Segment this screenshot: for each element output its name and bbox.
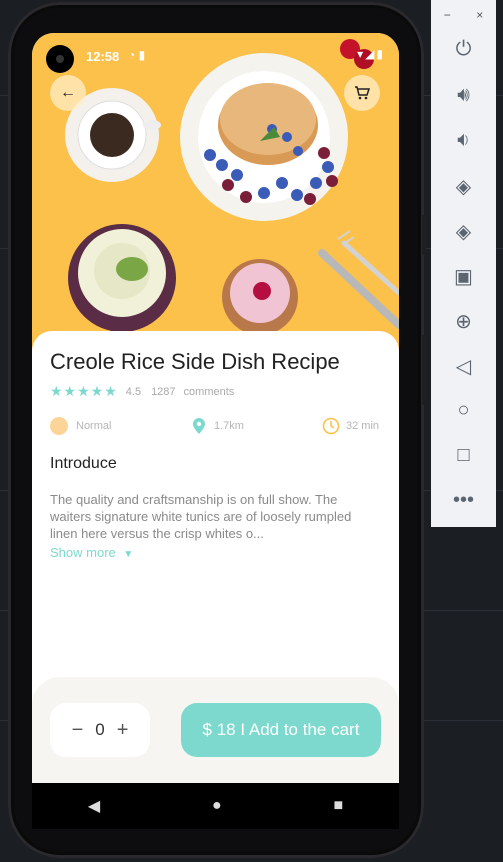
back-button[interactable]: ← xyxy=(50,75,86,111)
difficulty-info: Normal xyxy=(50,417,111,435)
power-icon[interactable]: ⏻ xyxy=(431,38,496,61)
show-more-link[interactable]: Show more ▼ xyxy=(50,545,133,560)
window-controls: − × xyxy=(431,8,496,22)
cart-button[interactable] xyxy=(344,75,380,111)
nav-home-icon[interactable]: ● xyxy=(212,797,222,815)
status-bar: 12:58 ◔ ▮ ▾◢▮ xyxy=(32,33,399,77)
location-pin-icon xyxy=(193,418,205,434)
home-icon[interactable]: ○ xyxy=(431,399,496,422)
bottom-action-bar: − 0 + $ 18 I Add to the cart xyxy=(32,677,399,783)
camera-icon[interactable]: ▣ xyxy=(431,264,496,289)
difficulty-icon xyxy=(50,417,68,435)
rotate-right-icon[interactable]: ◈ xyxy=(431,219,496,244)
difficulty-label: Normal xyxy=(76,420,112,432)
comments-label: comments xyxy=(183,385,235,398)
app-screen: 12:58 ◔ ▮ ▾◢▮ ← Creole Rice Side Dish Re… xyxy=(32,33,399,783)
food-illustration xyxy=(65,39,399,335)
more-icon[interactable]: ••• xyxy=(431,489,496,512)
minimize-button[interactable]: − xyxy=(444,8,451,22)
back-icon[interactable]: ◁ xyxy=(431,354,496,379)
status-icons-left: ◔ ▮ xyxy=(128,48,146,62)
duration-label: 32 min xyxy=(346,420,380,432)
side-button xyxy=(422,335,426,405)
status-icons-right: ▾◢▮ xyxy=(357,47,385,61)
comment-count: 1287 xyxy=(151,385,176,398)
plus-button[interactable]: + xyxy=(117,719,129,742)
rotate-left-icon[interactable]: ◈ xyxy=(431,174,496,199)
recipe-description: The quality and craftsmanship is on full… xyxy=(50,492,352,541)
arrow-left-icon: ← xyxy=(60,84,76,101)
android-nav-bar: ◀ ● ■ xyxy=(32,783,399,829)
minus-button[interactable]: − xyxy=(72,719,84,742)
volume-up-icon[interactable]: 🔊︎ xyxy=(431,84,496,107)
nav-overview-icon[interactable]: ■ xyxy=(333,797,343,815)
clock-icon xyxy=(322,417,340,435)
show-more-label: Show more xyxy=(50,545,116,560)
rating-value: 4.5 xyxy=(125,385,142,398)
star-rating-icon: ★★★★★ xyxy=(50,383,118,399)
rating-row: ★★★★★ 4.5 1287 comments xyxy=(50,383,234,400)
duration-info: 32 min xyxy=(322,417,379,435)
recipe-title: Creole Rice Side Dish Recipe xyxy=(50,349,340,374)
status-time: 12:58 xyxy=(86,49,120,64)
emulator-toolbar: − × ⏻ 🔊︎ 🔉︎ ◈ ◈ ▣ ⊕ ◁ ○ □ ••• xyxy=(431,0,496,527)
side-button xyxy=(422,215,426,255)
camera-icon xyxy=(46,45,74,73)
overview-icon[interactable]: □ xyxy=(431,444,496,467)
nav-back-icon[interactable]: ◀ xyxy=(88,796,100,816)
section-title: Introduce xyxy=(50,455,117,472)
add-to-cart-button[interactable]: $ 18 I Add to the cart xyxy=(181,703,381,757)
close-button[interactable]: × xyxy=(476,8,483,22)
cart-icon xyxy=(355,86,370,100)
quantity-stepper: − 0 + xyxy=(50,703,150,757)
distance-info: 1.7km xyxy=(192,417,244,435)
quantity-value: 0 xyxy=(95,720,105,739)
volume-down-icon[interactable]: 🔉︎ xyxy=(431,129,496,152)
hero-image: 12:58 ◔ ▮ ▾◢▮ ← xyxy=(32,33,399,353)
add-to-cart-label: $ 18 I Add to the cart xyxy=(202,720,360,739)
zoom-icon[interactable]: ⊕ xyxy=(431,309,496,334)
caret-down-icon: ▼ xyxy=(123,549,134,560)
distance-label: 1.7km xyxy=(214,420,244,432)
